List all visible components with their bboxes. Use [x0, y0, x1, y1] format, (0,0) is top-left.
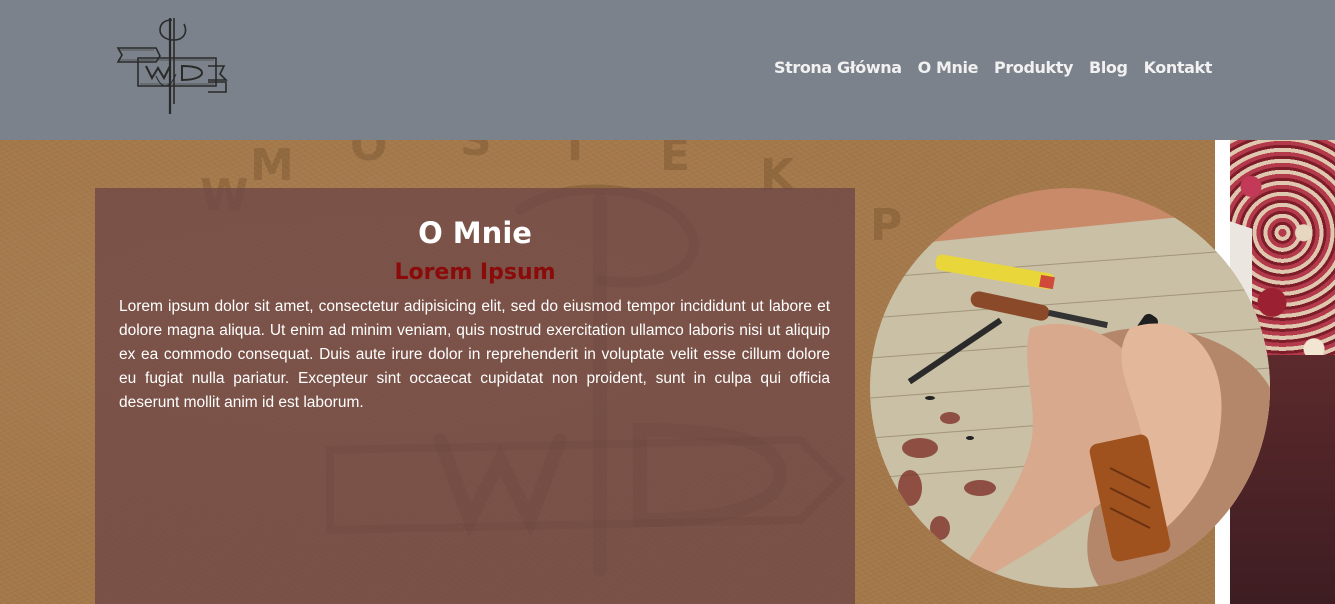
- svg-text:S: S: [460, 140, 492, 166]
- nav-o-mnie[interactable]: O Mnie: [918, 58, 979, 77]
- nav-strona-glowna[interactable]: Strona Główna: [774, 58, 902, 77]
- about-panel: O Mnie Lorem Ipsum Lorem ipsum dolor sit…: [95, 188, 855, 604]
- svg-text:P: P: [870, 200, 902, 251]
- nav-blog[interactable]: Blog: [1089, 58, 1128, 77]
- about-title: O Mnie: [418, 216, 532, 250]
- about-subtitle: Lorem Ipsum: [394, 260, 556, 285]
- pwd-needle-logo-icon[interactable]: [112, 14, 230, 118]
- svg-text:O: O: [350, 140, 387, 171]
- svg-text:E: E: [660, 140, 690, 181]
- site-header: Strona Główna O Mnie Produkty Blog Konta…: [0, 0, 1335, 140]
- nav-produkty[interactable]: Produkty: [994, 58, 1073, 77]
- svg-text:M: M: [250, 140, 294, 191]
- about-text: Lorem ipsum dolor sit amet, consectetur …: [119, 298, 830, 411]
- nav-kontakt[interactable]: Kontakt: [1144, 58, 1213, 77]
- hands-stitching-leather-photo: [870, 188, 1270, 588]
- svg-text:T: T: [560, 140, 590, 171]
- main-nav: Strona Główna O Mnie Produkty Blog Konta…: [774, 58, 1212, 77]
